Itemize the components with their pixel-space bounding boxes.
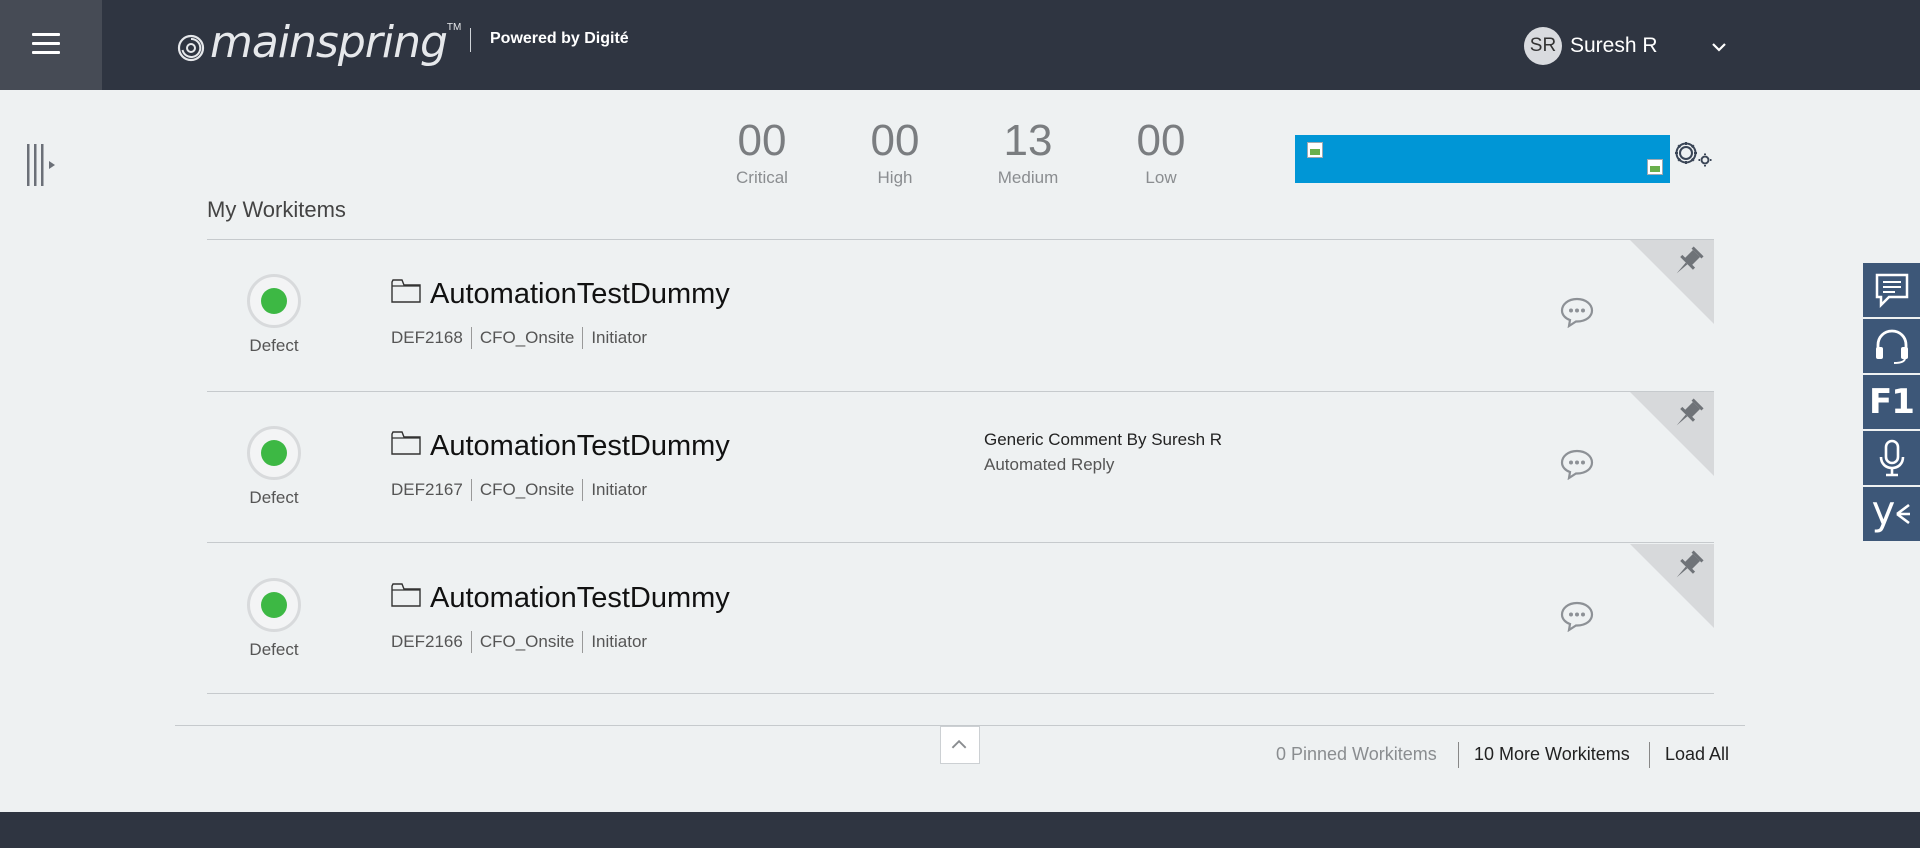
more-workitems-link[interactable]: 10 More Workitems: [1474, 744, 1630, 765]
workitem-row[interactable]: Defect AutomationTestDummy DEF2168 CFO_O…: [207, 240, 1714, 390]
folder-icon: [391, 279, 421, 303]
footer-separator: [1649, 742, 1650, 768]
user-name: Suresh R: [1570, 34, 1658, 57]
bottom-bar: [0, 812, 1920, 848]
workitem-id: DEF2166: [391, 632, 463, 651]
headset-icon: [1875, 329, 1908, 364]
status-dot: [261, 288, 287, 314]
workitem-title[interactable]: AutomationTestDummy: [430, 430, 730, 463]
logo-swirl-icon: [177, 34, 205, 62]
microphone-icon: [1879, 439, 1904, 477]
support-button[interactable]: [1863, 319, 1920, 373]
pin-icon[interactable]: [1630, 392, 1714, 476]
workitem-title[interactable]: AutomationTestDummy: [430, 278, 730, 311]
pinned-workitems-link[interactable]: 0 Pinned Workitems: [1276, 744, 1437, 765]
workitem-meta: DEF2167 CFO_Onsite Initiator: [391, 479, 655, 501]
divider: [207, 693, 1714, 694]
chat-bubble-icon[interactable]: [1560, 296, 1594, 328]
yammer-button[interactable]: y: [1863, 487, 1920, 541]
workitem-meta: DEF2168 CFO_Onsite Initiator: [391, 327, 655, 349]
page-title: My Workitems: [207, 197, 346, 222]
workitem-project: CFO_Onsite: [470, 631, 582, 653]
status-indicator: [247, 578, 301, 632]
severity-label: Critical: [736, 168, 788, 187]
severity-count: 00: [1136, 116, 1186, 165]
severity-count: 00: [737, 116, 787, 165]
folder-icon: [391, 431, 421, 455]
pin-icon[interactable]: [1630, 240, 1714, 324]
voice-button[interactable]: [1863, 431, 1920, 485]
mainspring-logo[interactable]: mainspring TM: [176, 14, 461, 70]
status-indicator: [247, 426, 301, 480]
chevron-up-icon: [951, 739, 967, 749]
workitem-role: Initiator: [582, 327, 655, 349]
workitem-row[interactable]: Defect AutomationTestDummy DEF2166 CFO_O…: [207, 544, 1714, 694]
help-f1-button[interactable]: F1: [1863, 375, 1920, 429]
workitem-role: Initiator: [582, 631, 655, 653]
promo-banner[interactable]: [1295, 135, 1670, 183]
load-all-link[interactable]: Load All: [1665, 744, 1729, 765]
avatar: SR: [1524, 27, 1562, 65]
workitem-meta: DEF2166 CFO_Onsite Initiator: [391, 631, 655, 653]
severity-critical[interactable]: 00 Critical: [712, 116, 812, 188]
workitem-role: Initiator: [582, 479, 655, 501]
hamburger-menu-button[interactable]: [0, 0, 102, 90]
settings-gear-icon[interactable]: [1670, 136, 1714, 172]
logo-wordmark: mainspring: [210, 16, 448, 68]
chevron-down-icon[interactable]: [1712, 40, 1726, 54]
divider: [207, 542, 1714, 543]
broken-image-icon: [1307, 142, 1323, 158]
latest-comment-author: Generic Comment By Suresh R: [984, 430, 1223, 449]
yammer-icon: y: [1871, 488, 1896, 534]
severity-low[interactable]: 00 Low: [1111, 116, 1211, 188]
workitem-project: CFO_Onsite: [470, 327, 582, 349]
status-indicator: [247, 274, 301, 328]
workitem-type: Defect: [249, 488, 299, 507]
broken-image-icon: [1647, 159, 1663, 175]
top-header: mainspring TM Powered by Digité SR Sures…: [0, 0, 1920, 90]
severity-label: Low: [1145, 168, 1177, 187]
chat-bubble-icon[interactable]: [1560, 448, 1594, 480]
workitem-project: CFO_Onsite: [470, 479, 582, 501]
severity-high[interactable]: 00 High: [845, 116, 945, 188]
chat-bubble-icon[interactable]: [1560, 600, 1594, 632]
status-dot: [261, 440, 287, 466]
workitem-type: Defect: [249, 640, 299, 659]
severity-label: Medium: [997, 168, 1059, 187]
sidebar-toggle-icon[interactable]: [26, 144, 60, 186]
pin-icon[interactable]: [1630, 544, 1714, 628]
folder-icon: [391, 583, 421, 607]
user-menu[interactable]: SR Suresh R: [1524, 27, 1658, 65]
feedback-icon: [1875, 273, 1908, 309]
help-f1-label: F1: [1869, 382, 1915, 422]
severity-count: 00: [870, 116, 920, 165]
feedback-button[interactable]: [1863, 263, 1920, 317]
footer-separator: [1458, 742, 1459, 768]
menu-icon: [32, 33, 60, 36]
severity-label: High: [877, 168, 913, 187]
workitem-id: DEF2167: [391, 480, 463, 499]
workitem-id: DEF2168: [391, 328, 463, 347]
header-divider: [470, 28, 471, 52]
logo-trademark: TM: [446, 22, 462, 33]
collapse-button[interactable]: [940, 726, 980, 764]
workitem-type: Defect: [249, 336, 299, 355]
workitem-title[interactable]: AutomationTestDummy: [430, 582, 730, 615]
severity-count: 13: [1003, 116, 1053, 165]
latest-comment-text: Automated Reply: [984, 455, 1115, 474]
severity-medium[interactable]: 13 Medium: [978, 116, 1078, 188]
workitem-row[interactable]: Defect AutomationTestDummy DEF2167 CFO_O…: [207, 392, 1714, 542]
status-dot: [261, 592, 287, 618]
powered-by-text: Powered by Digité: [490, 30, 629, 47]
